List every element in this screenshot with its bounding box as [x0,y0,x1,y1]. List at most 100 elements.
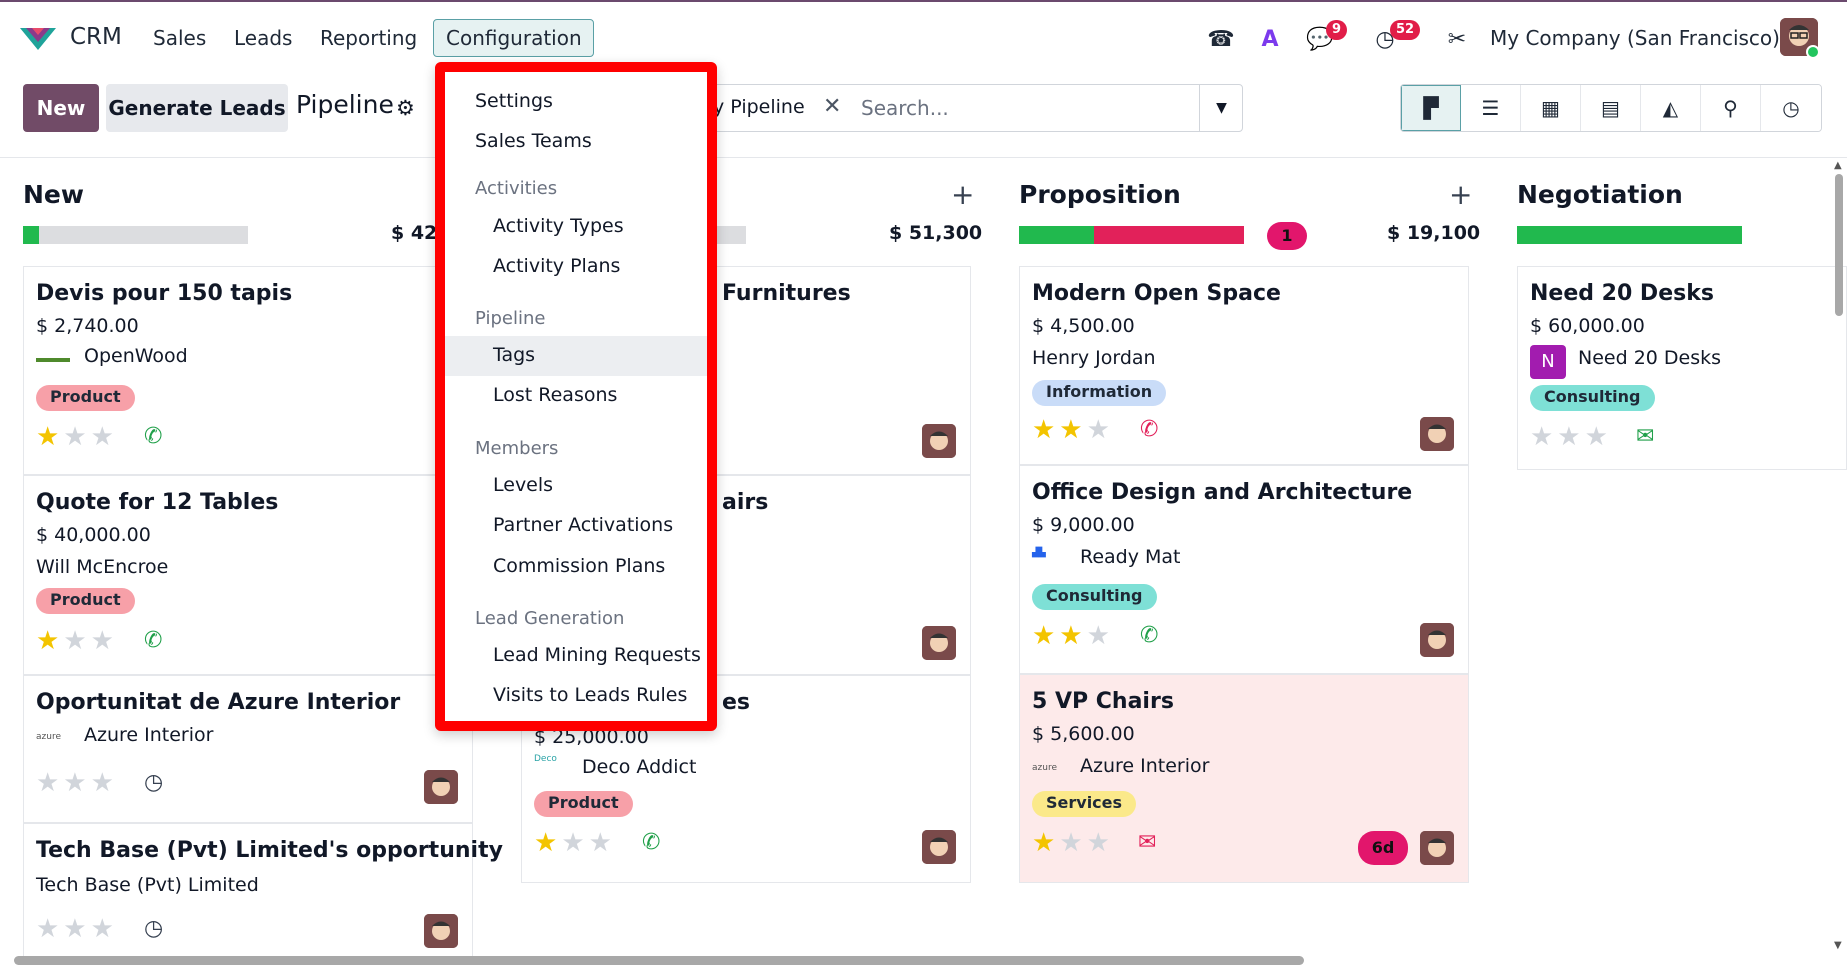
chevron-down-icon[interactable]: ▼ [1199,85,1243,131]
avatar[interactable] [1420,831,1454,865]
priority-stars[interactable]: ★★★ [534,828,616,858]
column-progress-bar[interactable] [1517,226,1742,244]
clock-activity-icon[interactable]: ◷ [144,916,163,941]
new-button[interactable]: New [23,84,99,132]
column-progress-bar[interactable] [1019,226,1244,244]
envelope-activity-icon[interactable]: ✉ [1636,424,1654,449]
envelope-activity-icon[interactable]: ✉ [1138,830,1156,855]
card-partner: Tech Base (Pvt) Limited [36,874,259,896]
partner-logo-icon [36,350,70,370]
priority-stars[interactable]: ★★★ [36,768,118,798]
menu-item-visits-rules[interactable]: Visits to Leads Rules [445,676,707,716]
menu-item-commission-plans[interactable]: Commission Plans [445,547,707,587]
card-title: airs [722,490,769,515]
clock-activity-icon[interactable]: ◷ [144,770,163,795]
menu-item-tags[interactable]: Tags [445,336,707,376]
company-switcher[interactable]: My Company (San Francisco) [1490,26,1780,50]
kanban-card[interactable]: Tech Base (Pvt) Limited's opportunity Te… [23,823,503,958]
menu-item-sales-teams[interactable]: Sales Teams [445,122,707,162]
menu-item-lost-reasons[interactable]: Lost Reasons [445,376,707,416]
avatar[interactable] [424,770,458,804]
calendar-view-icon[interactable]: ▦ [1521,85,1581,131]
avatar[interactable] [1420,623,1454,657]
search-input[interactable]: Search... [861,96,949,120]
avatar[interactable] [424,914,458,948]
control-panel: New Generate Leads Pipeline ⚙ y Pipeline… [0,74,1847,158]
add-card-icon[interactable]: + [1449,178,1472,211]
list-view-icon[interactable]: ☰ [1461,85,1521,131]
menu-reporting[interactable]: Reporting [320,26,417,50]
kanban-card[interactable]: Office Design and Architecture $ 9,000.0… [1019,465,1469,674]
add-card-icon[interactable]: + [951,178,974,211]
card-partner: Deco Addict [582,756,697,778]
phone-activity-icon[interactable]: ✆ [1140,623,1158,648]
card-title: 5 VP Chairs [1032,689,1174,714]
phone-icon[interactable]: ☎ [1206,24,1236,54]
kanban-card[interactable]: Quote for 12 Tables $ 40,000.00 Will McE… [23,475,473,675]
phone-activity-icon[interactable]: ✆ [144,424,162,449]
tag-badge: Consulting [1530,385,1655,411]
phone-activity-icon[interactable]: ✆ [1140,417,1158,442]
avatar[interactable] [922,626,956,660]
avatar[interactable] [922,830,956,864]
menu-item-activity-types[interactable]: Activity Types [445,207,707,247]
phone-activity-icon[interactable]: ✆ [144,628,162,653]
scroll-up-icon[interactable]: ▲ [1834,160,1842,171]
graph-view-icon[interactable]: ◭ [1641,85,1701,131]
kanban-view-icon[interactable]: ▛ [1401,85,1461,131]
card-partner: Ready Mat [1080,546,1181,568]
card-amount: $ 2,740.00 [36,315,139,337]
tag-badge: Information [1032,380,1167,406]
card-title: Need 20 Desks [1530,281,1714,306]
column-total: $ 19,100 [1387,222,1481,244]
kanban-card[interactable]: Devis pour 150 tapis $ 2,740.00 OpenWood… [23,266,473,475]
menu-configuration[interactable]: Configuration [433,19,594,57]
priority-stars[interactable]: ★★★ [1032,621,1114,651]
priority-stars[interactable]: ★★★ [36,422,118,452]
menu-item-lead-mining[interactable]: Lead Mining Requests [445,636,707,676]
phone-activity-icon[interactable]: ✆ [642,830,660,855]
kanban-card[interactable]: Modern Open Space $ 4,500.00 Henry Jorda… [1019,266,1469,465]
gear-icon[interactable]: ⚙ [396,96,415,120]
map-view-icon[interactable]: ⚲ [1701,85,1761,131]
close-icon[interactable]: ✕ [823,94,841,119]
priority-stars[interactable]: ★★★ [36,626,118,656]
column-progress-bar[interactable] [23,226,248,244]
configuration-dropdown: Settings Sales Teams Activities Activity… [435,62,717,731]
card-title: Furnitures [722,281,851,306]
priority-stars[interactable]: ★★★ [36,914,118,944]
menu-item-partner-activations[interactable]: Partner Activations [445,506,707,546]
activity-view-icon[interactable]: ◷ [1761,85,1821,131]
tools-icon[interactable]: ✂ [1442,24,1472,54]
priority-stars[interactable]: ★★★ [1530,422,1612,452]
ai-icon[interactable]: A [1255,24,1285,54]
scroll-down-icon[interactable]: ▼ [1834,940,1842,951]
online-status-icon [1806,45,1820,59]
column-progress-bar[interactable] [716,226,746,244]
card-partner: OpenWood [84,345,188,367]
menu-item-settings[interactable]: Settings [445,82,707,122]
menu-header-pipeline: Pipeline [475,308,546,329]
overdue-count-badge[interactable]: 1 [1267,222,1307,250]
tag-badge: Services [1032,791,1137,817]
horizontal-scrollbar[interactable] [14,956,1304,965]
generate-leads-button[interactable]: Generate Leads [106,84,288,132]
app-name[interactable]: CRM [70,24,122,50]
kanban-card[interactable]: 5 VP Chairs $ 5,600.00 azure Azure Inter… [1019,674,1469,883]
crm-logo-icon[interactable] [18,24,58,52]
card-amount: $ 5,600.00 [1032,723,1135,745]
card-partner: Will McEncroe [36,556,169,578]
menu-item-levels[interactable]: Levels [445,466,707,506]
vertical-scrollbar[interactable] [1835,174,1843,316]
menu-leads[interactable]: Leads [234,26,292,50]
menu-item-activity-plans[interactable]: Activity Plans [445,247,707,287]
avatar[interactable] [922,424,956,458]
kanban-card[interactable]: Need 20 Desks $ 60,000.00 N Need 20 Desk… [1517,266,1847,470]
search-bar[interactable]: y Pipeline ✕ Search... ▼ [700,84,1243,132]
priority-stars[interactable]: ★★★ [1032,828,1114,858]
menu-sales[interactable]: Sales [153,26,206,50]
priority-stars[interactable]: ★★★ [1032,415,1114,445]
avatar[interactable] [1420,417,1454,451]
kanban-card[interactable]: Oportunitat de Azure Interior azure Azur… [23,675,473,823]
pivot-view-icon[interactable]: ▤ [1581,85,1641,131]
